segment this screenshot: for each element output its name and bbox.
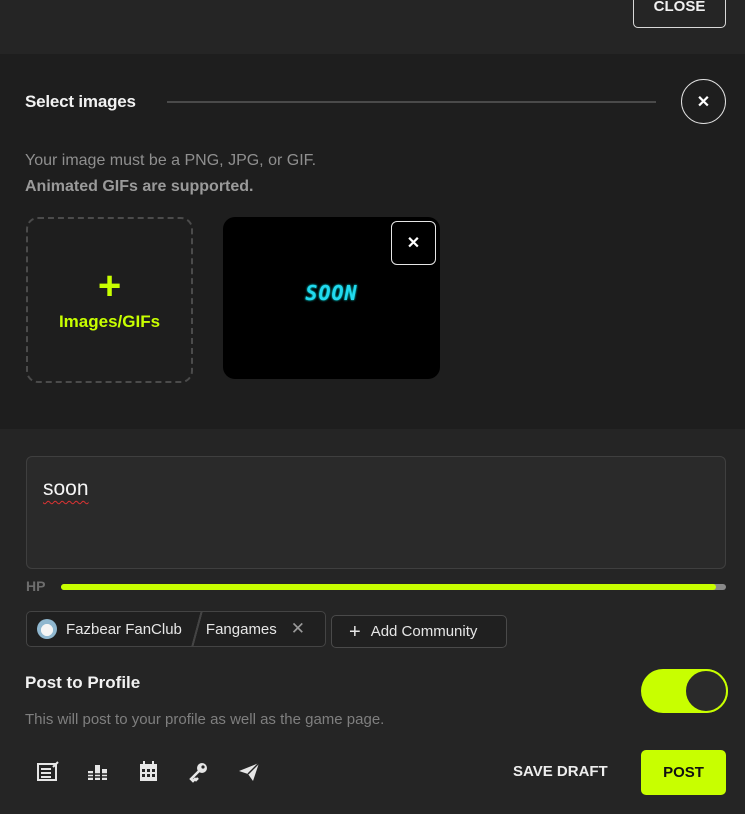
image-thumbnail: SOON ✕ bbox=[223, 217, 440, 379]
plus-icon: + bbox=[349, 620, 361, 643]
close-button[interactable]: CLOSE bbox=[633, 0, 726, 28]
post-body-input[interactable]: soon bbox=[26, 456, 726, 569]
hp-label: HP bbox=[26, 578, 46, 594]
article-icon[interactable] bbox=[36, 761, 62, 783]
post-to-profile-help: This will post to your profile as well a… bbox=[25, 711, 385, 728]
calendar-icon[interactable] bbox=[137, 761, 163, 783]
add-images-label: Images/GIFs bbox=[58, 312, 161, 331]
title-divider bbox=[167, 101, 656, 103]
toggle-knob bbox=[684, 669, 728, 713]
post-composer: soon HP Fazbear FanClub Fangames ✕ + Add… bbox=[0, 429, 745, 814]
top-bar: CLOSE bbox=[0, 0, 745, 54]
community-avatar bbox=[37, 619, 57, 639]
post-button[interactable]: POST bbox=[641, 750, 726, 795]
plus-icon: + bbox=[97, 264, 122, 308]
close-icon: ✕ bbox=[696, 93, 711, 111]
chart-icon[interactable] bbox=[86, 761, 112, 783]
hp-bar-fill bbox=[61, 584, 717, 590]
chip-separator bbox=[189, 611, 204, 647]
hp-bar bbox=[61, 584, 726, 590]
post-to-profile-title: Post to Profile bbox=[25, 673, 141, 692]
remove-image-button[interactable]: ✕ bbox=[391, 221, 436, 265]
key-icon[interactable] bbox=[187, 761, 213, 783]
post-body-text: soon bbox=[43, 477, 89, 500]
add-community-label: Add Community bbox=[370, 623, 478, 640]
image-format-help: Your image must be a PNG, JPG, or GIF. bbox=[25, 152, 317, 169]
thumbnail-image-text: SOON bbox=[305, 281, 358, 305]
close-icon: ✕ bbox=[406, 235, 421, 252]
community-name: Fazbear FanClub bbox=[66, 620, 182, 638]
gif-support-note: Animated GIFs are supported. bbox=[25, 178, 254, 195]
community-chip: Fazbear FanClub Fangames ✕ bbox=[26, 611, 326, 647]
select-images-panel: Select images ✕ Your image must be a PNG… bbox=[0, 54, 745, 429]
close-images-button[interactable]: ✕ bbox=[681, 79, 726, 124]
add-community-button[interactable]: + Add Community bbox=[331, 615, 507, 648]
post-to-profile-toggle[interactable] bbox=[641, 669, 728, 713]
select-images-title: Select images bbox=[25, 92, 136, 111]
send-icon[interactable] bbox=[237, 761, 263, 783]
add-images-button[interactable]: + Images/GIFs bbox=[26, 217, 193, 383]
community-category[interactable]: Fangames bbox=[206, 621, 277, 638]
remove-community-icon[interactable]: ✕ bbox=[291, 619, 305, 639]
save-draft-button[interactable]: SAVE DRAFT bbox=[513, 763, 608, 780]
